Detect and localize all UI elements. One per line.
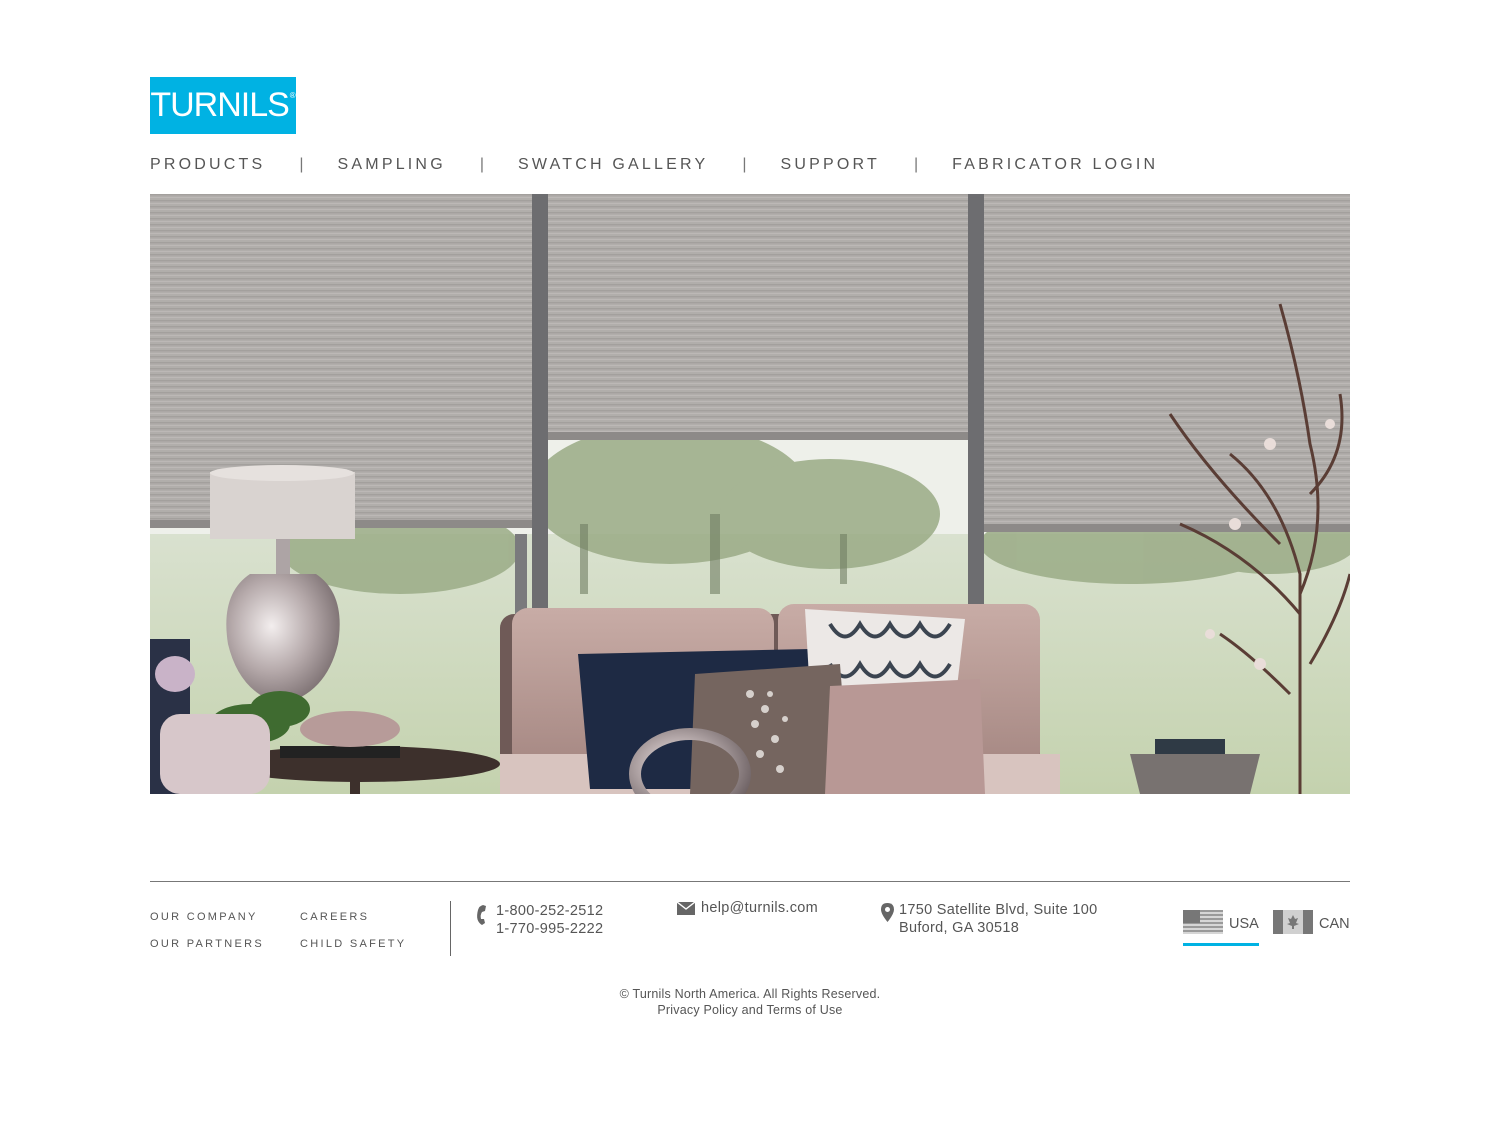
nav-products[interactable]: PRODUCTS (150, 156, 265, 174)
nav-separator: | (913, 156, 919, 173)
phone-icon (474, 904, 488, 931)
privacy-terms-link[interactable]: Privacy Policy and Terms of Use (657, 1003, 842, 1017)
map-pin-icon (881, 903, 894, 927)
selected-country-indicator (1183, 943, 1259, 946)
link-our-partners[interactable]: OUR PARTNERS (150, 931, 264, 958)
link-our-company[interactable]: OUR COMPANY (150, 904, 264, 931)
footer-links-col-2: CAREERS CHILD SAFETY (300, 904, 406, 958)
country-usa[interactable]: USA (1183, 910, 1259, 938)
phone-block: 1-800-252-2512 1-770-995-2222 (474, 902, 603, 938)
nav-separator: | (742, 156, 747, 173)
mail-icon (676, 901, 696, 920)
logo-text: TURNILS (150, 86, 289, 124)
email-block: help@turnils.com (676, 899, 818, 920)
footer-divider (150, 881, 1350, 882)
phone-number-2[interactable]: 1-770-995-2222 (496, 920, 603, 938)
country-usa-label: USA (1229, 916, 1259, 932)
link-careers[interactable]: CAREERS (300, 904, 406, 931)
main-nav: PRODUCTS | SAMPLING | SWATCH GALLERY | S… (150, 154, 1158, 176)
nav-sampling[interactable]: SAMPLING (338, 156, 446, 174)
nav-swatch-gallery[interactable]: SWATCH GALLERY (518, 156, 708, 174)
copyright-block: © Turnils North America. All Rights Rese… (0, 986, 1500, 1018)
link-child-safety[interactable]: CHILD SAFETY (300, 931, 406, 958)
nav-separator: | (299, 156, 304, 173)
footer-vertical-divider (450, 901, 451, 956)
footer-links-col-1: OUR COMPANY OUR PARTNERS (150, 904, 264, 958)
nav-support[interactable]: SUPPORT (780, 156, 879, 174)
country-can-label: CAN (1319, 916, 1350, 932)
turnils-logo[interactable]: TURNILS ® (150, 77, 296, 134)
canada-flag-icon (1273, 910, 1313, 938)
address-line-1: 1750 Satellite Blvd, Suite 100 (899, 902, 1098, 918)
phone-number-1[interactable]: 1-800-252-2512 (496, 902, 603, 920)
address-line-2: Buford, GA 30518 (899, 920, 1020, 936)
hero-image (150, 194, 1350, 794)
us-flag-icon (1183, 910, 1223, 938)
nav-fabricator-login[interactable]: FABRICATOR LOGIN (952, 156, 1158, 174)
copyright-text: © Turnils North America. All Rights Rese… (619, 987, 881, 1001)
email-address[interactable]: help@turnils.com (701, 899, 818, 917)
nav-separator: | (479, 156, 484, 173)
country-can[interactable]: CAN (1273, 910, 1350, 938)
address-block: 1750 Satellite Blvd, Suite 100 Buford, G… (881, 901, 1097, 937)
registered-mark: ® (289, 91, 296, 100)
